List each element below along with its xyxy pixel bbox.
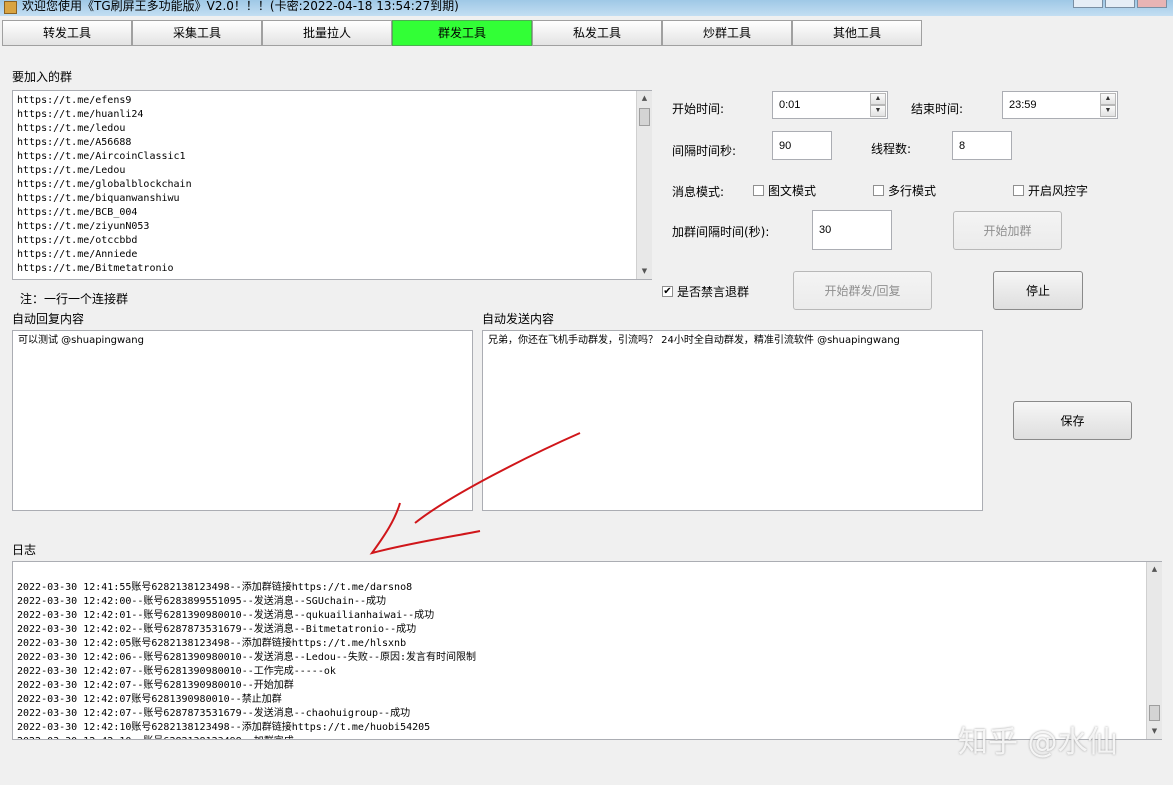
multiline-mode-label: 多行模式 [888,184,937,198]
spin-down-icon[interactable]: ▼ [1100,105,1116,117]
checkbox-box[interactable] [753,185,764,196]
auto-reply-label: 自动回复内容 [12,312,85,326]
end-time-label: 结束时间: [911,102,964,116]
end-time-value: 23:59 [1009,99,1037,111]
tab-collect-tool[interactable]: 采集工具 [132,20,262,46]
scroll-up-icon[interactable]: ▲ [637,91,652,106]
multiline-mode-checkbox[interactable]: 多行模式 [873,182,936,199]
start-send-button[interactable]: 开始群发/回复 [793,271,932,310]
close-button[interactable] [1137,0,1167,8]
risk-control-label: 开启风控字 [1028,184,1089,198]
tab-batch-pull[interactable]: 批量拉人 [262,20,392,46]
log-textarea[interactable]: 2022-03-30 12:41:55账号6282138123498--添加群链… [12,561,1162,740]
start-time-value: 0:01 [779,99,801,111]
end-time-input[interactable]: 23:59 ▲ ▼ [1002,91,1118,119]
image-text-mode-label: 图文模式 [768,184,817,198]
groups-textarea[interactable]: https://t.me/efens9 https://t.me/huanli2… [12,90,652,280]
mute-quit-checkbox[interactable]: ✔ 是否禁言退群 [662,283,749,300]
start-join-button[interactable]: 开始加群 [953,211,1062,250]
end-time-spinner[interactable]: ▲ ▼ [1100,93,1116,117]
start-time-input[interactable]: 0:01 ▲ ▼ [772,91,888,119]
groups-scrollbar[interactable]: ▲ ▼ [636,91,652,279]
spin-up-icon[interactable]: ▲ [1100,93,1116,105]
title-bar: 欢迎您使用《TG刷屏王多功能版》V2.0！！！(卡密:2022-04-18 13… [0,0,1173,16]
image-text-mode-checkbox[interactable]: 图文模式 [753,182,816,199]
join-interval-label: 加群间隔时间(秒): [672,225,770,239]
minimize-button[interactable] [1073,0,1103,8]
mute-quit-label: 是否禁言退群 [677,285,750,299]
tab-group-hype[interactable]: 炒群工具 [662,20,792,46]
app-icon [4,1,17,14]
auto-send-label: 自动发送内容 [482,312,555,326]
scroll-thumb[interactable] [639,108,650,126]
threads-label: 线程数: [871,142,912,156]
tab-other-tools[interactable]: 其他工具 [792,20,922,46]
log-label: 日志 [12,543,37,557]
scroll-down-icon[interactable]: ▼ [637,264,652,279]
checkbox-box[interactable] [873,185,884,196]
tab-private-send[interactable]: 私发工具 [532,20,662,46]
red-arrow-annotation [369,432,581,555]
scroll-down-icon[interactable]: ▼ [1147,724,1162,739]
start-time-label: 开始时间: [672,102,725,116]
interval-label: 间隔时间秒: [672,144,737,158]
log-scrollbar[interactable]: ▲ ▼ [1146,562,1162,739]
checkbox-box[interactable] [1013,185,1024,196]
scroll-thumb[interactable] [1149,705,1160,721]
groups-note: 注：一行一个连接群 [20,292,129,306]
stop-button[interactable]: 停止 [993,271,1083,310]
spin-up-icon[interactable]: ▲ [870,93,886,105]
maximize-button[interactable] [1105,0,1135,8]
risk-control-checkbox[interactable]: 开启风控字 [1013,182,1088,199]
tab-forward-tool[interactable]: 转发工具 [2,20,132,46]
scroll-up-icon[interactable]: ▲ [1147,562,1162,577]
arrow-stroke [414,432,581,524]
interval-input[interactable]: 90 [772,131,832,160]
tab-group-send[interactable]: 群发工具 [392,20,532,46]
tab-bar: 转发工具 采集工具 批量拉人 群发工具 私发工具 炒群工具 其他工具 [0,20,1173,46]
join-interval-input[interactable]: 30 [812,210,892,250]
msg-mode-label: 消息模式: [672,185,725,199]
zhihu-watermark: 知乎 @水仙 [958,725,1118,760]
start-time-spinner[interactable]: ▲ ▼ [870,93,886,117]
save-button[interactable]: 保存 [1013,401,1132,440]
groups-label: 要加入的群 [12,70,73,84]
spin-down-icon[interactable]: ▼ [870,105,886,117]
arrow-head [369,502,481,555]
window-title: 欢迎您使用《TG刷屏王多功能版》V2.0！！！(卡密:2022-04-18 13… [22,0,459,13]
threads-input[interactable]: 8 [952,131,1012,160]
checkbox-checked-icon[interactable]: ✔ [662,286,673,297]
